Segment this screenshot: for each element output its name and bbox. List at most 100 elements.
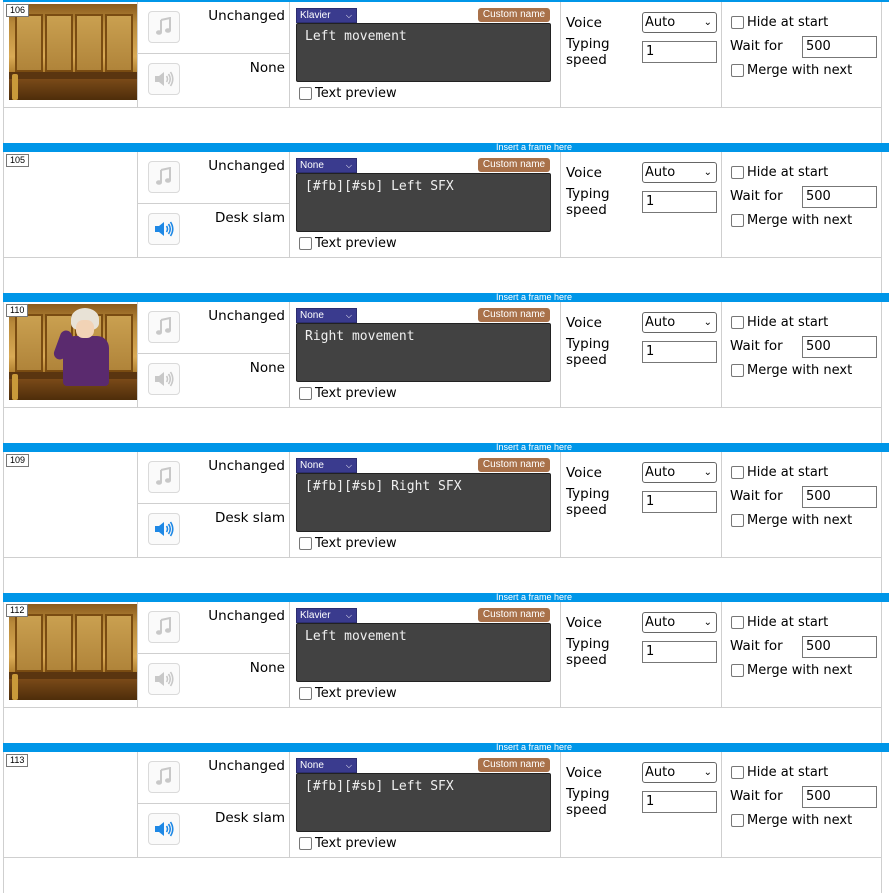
custom-name-button[interactable]: Custom name bbox=[478, 608, 550, 622]
text-preview-checkbox[interactable]: Text preview bbox=[299, 536, 397, 551]
typing-speed-input[interactable]: 1 bbox=[642, 191, 717, 213]
dialogue-text-input[interactable]: Left movement bbox=[296, 623, 551, 682]
speaker-select[interactable]: None ⌵ bbox=[296, 458, 357, 473]
scene-thumbnail[interactable] bbox=[9, 604, 137, 700]
text-preview-checkbox[interactable]: Text preview bbox=[299, 386, 397, 401]
checkbox[interactable] bbox=[299, 837, 312, 850]
merge-with-next-checkbox[interactable]: Merge with next bbox=[731, 63, 852, 78]
hide-at-start-checkbox[interactable]: Hide at start bbox=[731, 165, 828, 180]
dialogue-text-input[interactable]: [#fb][#sb] Left SFX bbox=[296, 773, 551, 832]
checkbox[interactable] bbox=[731, 316, 744, 329]
custom-name-button[interactable]: Custom name bbox=[478, 8, 550, 22]
checkbox[interactable] bbox=[299, 237, 312, 250]
speaker-icon[interactable] bbox=[148, 513, 180, 545]
dialogue-text-input[interactable]: [#fb][#sb] Left SFX bbox=[296, 173, 551, 232]
text-preview-checkbox[interactable]: Text preview bbox=[299, 236, 397, 251]
text-preview-label: Text preview bbox=[315, 386, 397, 401]
checkbox[interactable] bbox=[731, 364, 744, 377]
checkbox[interactable] bbox=[731, 214, 744, 227]
sound-label: Desk slam bbox=[214, 210, 285, 226]
insert-frame-bar[interactable]: Insert a frame here bbox=[3, 743, 889, 752]
wait-for-input[interactable]: 500 bbox=[802, 636, 877, 658]
speaker-select[interactable]: Klavier ⌵ bbox=[296, 608, 357, 623]
voice-label: Voice bbox=[566, 765, 602, 781]
insert-frame-bar[interactable]: Insert a frame here bbox=[3, 143, 889, 152]
dialogue-text-input[interactable]: [#fb][#sb] Right SFX bbox=[296, 473, 551, 532]
voice-select[interactable]: Auto ⌄ bbox=[642, 612, 717, 633]
checkbox[interactable] bbox=[731, 466, 744, 479]
typing-speed-label: Typing speed bbox=[566, 186, 610, 218]
music-note-icon[interactable] bbox=[148, 161, 180, 193]
checkbox[interactable] bbox=[731, 166, 744, 179]
merge-with-next-checkbox[interactable]: Merge with next bbox=[731, 813, 852, 828]
checkbox[interactable] bbox=[299, 687, 312, 700]
wait-for-input[interactable]: 500 bbox=[802, 786, 877, 808]
checkbox[interactable] bbox=[299, 537, 312, 550]
text-preview-checkbox[interactable]: Text preview bbox=[299, 86, 397, 101]
merge-with-next-checkbox[interactable]: Merge with next bbox=[731, 363, 852, 378]
checkbox[interactable] bbox=[731, 616, 744, 629]
voice-select[interactable]: Auto ⌄ bbox=[642, 312, 717, 333]
checkbox[interactable] bbox=[299, 87, 312, 100]
speaker-icon[interactable] bbox=[148, 363, 180, 395]
hide-at-start-checkbox[interactable]: Hide at start bbox=[731, 615, 828, 630]
voice-select[interactable]: Auto ⌄ bbox=[642, 12, 717, 33]
speaker-select[interactable]: Klavier ⌵ bbox=[296, 8, 357, 23]
wait-for-input[interactable]: 500 bbox=[802, 36, 877, 58]
sound-cell: None bbox=[138, 54, 290, 107]
custom-name-button[interactable]: Custom name bbox=[478, 158, 550, 172]
custom-name-button[interactable]: Custom name bbox=[478, 758, 550, 772]
speaker-icon[interactable] bbox=[148, 63, 180, 95]
merge-with-next-checkbox[interactable]: Merge with next bbox=[731, 513, 852, 528]
wait-for-input[interactable]: 500 bbox=[802, 336, 877, 358]
hide-at-start-checkbox[interactable]: Hide at start bbox=[731, 315, 828, 330]
checkbox[interactable] bbox=[731, 64, 744, 77]
speaker-select[interactable]: None ⌵ bbox=[296, 758, 357, 773]
dialogue-text-input[interactable]: Right movement bbox=[296, 323, 551, 382]
frame-scene-column: 106 bbox=[4, 2, 138, 107]
typing-speed-input[interactable]: 1 bbox=[642, 791, 717, 813]
text-preview-checkbox[interactable]: Text preview bbox=[299, 836, 397, 851]
typing-speed-input[interactable]: 1 bbox=[642, 491, 717, 513]
hide-at-start-checkbox[interactable]: Hide at start bbox=[731, 465, 828, 480]
custom-name-button[interactable]: Custom name bbox=[478, 458, 550, 472]
checkbox[interactable] bbox=[731, 514, 744, 527]
checkbox[interactable] bbox=[731, 16, 744, 29]
sound-label: None bbox=[249, 360, 285, 376]
music-note-icon[interactable] bbox=[148, 311, 180, 343]
speaker-icon[interactable] bbox=[148, 213, 180, 245]
music-note-icon[interactable] bbox=[148, 761, 180, 793]
music-note-icon[interactable] bbox=[148, 461, 180, 493]
scene-thumbnail[interactable] bbox=[9, 304, 137, 400]
typing-speed-input[interactable]: 1 bbox=[642, 641, 717, 663]
checkbox[interactable] bbox=[731, 814, 744, 827]
merge-with-next-checkbox[interactable]: Merge with next bbox=[731, 213, 852, 228]
speaker-select[interactable]: None ⌵ bbox=[296, 308, 357, 323]
insert-frame-bar[interactable]: Insert a frame here bbox=[3, 443, 889, 452]
text-preview-checkbox[interactable]: Text preview bbox=[299, 686, 397, 701]
voice-select[interactable]: Auto ⌄ bbox=[642, 762, 717, 783]
merge-with-next-checkbox[interactable]: Merge with next bbox=[731, 663, 852, 678]
checkbox[interactable] bbox=[731, 664, 744, 677]
insert-frame-bar[interactable]: Insert a frame here bbox=[3, 293, 889, 302]
dialogue-text-input[interactable]: Left movement bbox=[296, 23, 551, 82]
wait-for-input[interactable]: 500 bbox=[802, 186, 877, 208]
voice-select[interactable]: Auto ⌄ bbox=[642, 162, 717, 183]
frame-id: 112 bbox=[6, 604, 29, 617]
speaker-icon[interactable] bbox=[148, 663, 180, 695]
music-note-icon[interactable] bbox=[148, 611, 180, 643]
speaker-icon[interactable] bbox=[148, 813, 180, 845]
speaker-select[interactable]: None ⌵ bbox=[296, 158, 357, 173]
music-note-icon[interactable] bbox=[148, 11, 180, 43]
hide-at-start-checkbox[interactable]: Hide at start bbox=[731, 765, 828, 780]
custom-name-button[interactable]: Custom name bbox=[478, 308, 550, 322]
wait-for-input[interactable]: 500 bbox=[802, 486, 877, 508]
typing-speed-input[interactable]: 1 bbox=[642, 341, 717, 363]
insert-frame-bar[interactable]: Insert a frame here bbox=[3, 593, 889, 602]
checkbox[interactable] bbox=[299, 387, 312, 400]
checkbox[interactable] bbox=[731, 766, 744, 779]
voice-select[interactable]: Auto ⌄ bbox=[642, 462, 717, 483]
scene-thumbnail[interactable] bbox=[9, 4, 137, 100]
hide-at-start-checkbox[interactable]: Hide at start bbox=[731, 15, 828, 30]
typing-speed-input[interactable]: 1 bbox=[642, 41, 717, 63]
